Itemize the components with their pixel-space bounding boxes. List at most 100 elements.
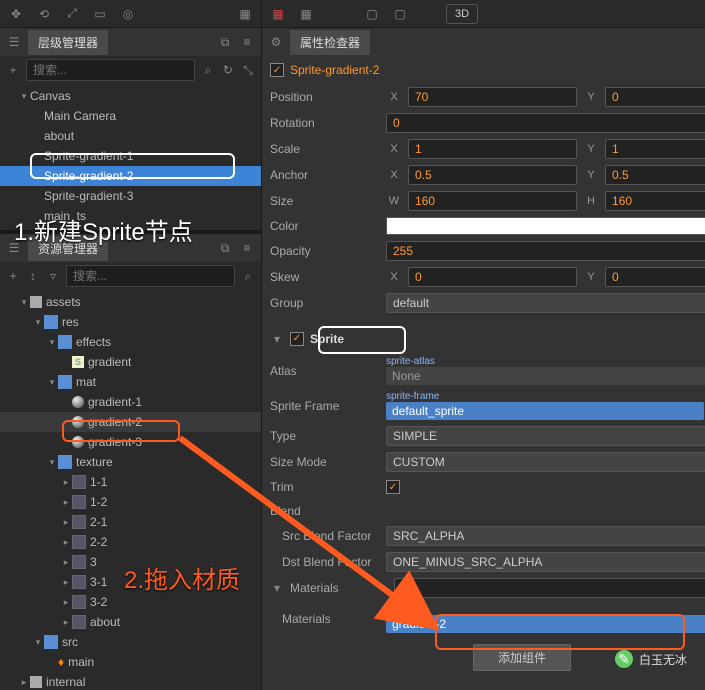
prop-label: Scale <box>270 142 380 156</box>
assets-tree: ▾assets▾res▾effectsSgradient▾matgradient… <box>0 290 261 690</box>
assets-search-input[interactable] <box>66 265 235 287</box>
skew-y-input[interactable] <box>605 267 705 287</box>
size-h-input[interactable] <box>605 191 705 211</box>
dst-blend-dropdown[interactable]: ONE_MINUS_SRC_ALPHA▼ <box>386 552 705 572</box>
assets-title: 资源管理器 <box>28 236 108 261</box>
node-name[interactable]: Sprite-gradient-2 <box>290 63 379 77</box>
position-y-input[interactable] <box>605 87 705 107</box>
asset-node[interactable]: ♦main <box>0 652 261 672</box>
asset-node[interactable]: ▸about <box>0 612 261 632</box>
group-dropdown[interactable]: default▼ <box>386 293 705 313</box>
add-node-button[interactable]: + <box>6 63 20 77</box>
scale-tool-icon[interactable]: ⤢ <box>62 4 82 24</box>
scale-y-input[interactable] <box>605 139 705 159</box>
component-name: Sprite <box>310 332 344 346</box>
search-icon[interactable]: ⌕ <box>241 269 255 284</box>
anchor-x-input[interactable] <box>408 165 577 185</box>
menu-icon[interactable]: ≡ <box>239 35 255 49</box>
asset-node[interactable]: ▸1-2 <box>0 492 261 512</box>
prop-label: Type <box>270 429 380 443</box>
asset-node[interactable]: ▾assets <box>0 292 261 312</box>
rotate-tool-icon[interactable]: ⟲ <box>34 4 54 24</box>
asset-node[interactable]: ▸3 <box>0 552 261 572</box>
hierarchy-node[interactable]: Sprite-gradient-3 <box>0 186 261 206</box>
rotation-input[interactable] <box>386 113 705 133</box>
sprite-component-header[interactable]: ▾ Sprite 🕮 ⚙ <box>262 324 705 353</box>
toolbar-icon[interactable]: ▦ <box>268 4 288 24</box>
hierarchy-node[interactable]: Main Camera <box>0 106 261 126</box>
trim-checkbox[interactable] <box>386 480 400 494</box>
hierarchy-node[interactable]: Sprite-gradient-1 <box>0 146 261 166</box>
popout-icon[interactable]: ⧉ <box>217 241 233 256</box>
wechat-icon: ✎ <box>615 650 633 668</box>
prop-label: Blend <box>270 504 380 518</box>
hierarchy-search-input[interactable] <box>26 59 195 81</box>
prop-label: Materials <box>290 581 388 595</box>
hierarchy-title: 层级管理器 <box>28 30 108 55</box>
rect-tool-icon[interactable]: ▭ <box>90 4 110 24</box>
hierarchy-node[interactable]: about <box>0 126 261 146</box>
prop-label: Group <box>270 296 380 310</box>
asset-node[interactable]: ▸internal <box>0 672 261 690</box>
asset-node[interactable]: ▸2-2 <box>0 532 261 552</box>
search-icon[interactable]: ⌕ <box>201 63 215 78</box>
color-swatch[interactable] <box>386 217 705 235</box>
x-label: X <box>386 91 402 103</box>
prop-label: Position <box>270 90 380 104</box>
view-3d-button[interactable]: 3D <box>446 4 478 24</box>
asset-node[interactable]: ▸3-1 <box>0 572 261 592</box>
misc-icon[interactable]: ▦ <box>235 4 255 24</box>
filter-icon[interactable]: ▿ <box>46 269 60 283</box>
sprite-enabled-checkbox[interactable] <box>290 332 304 346</box>
add-component-button[interactable]: 添加组件 <box>473 644 571 671</box>
asset-node[interactable]: gradient-2 <box>0 412 261 432</box>
menu-icon[interactable]: ≡ <box>239 241 255 255</box>
scale-x-input[interactable] <box>408 139 577 159</box>
anchor-y-input[interactable] <box>605 165 705 185</box>
asset-node[interactable]: Sgradient <box>0 352 261 372</box>
position-x-input[interactable] <box>408 87 577 107</box>
prop-label: Color <box>270 219 380 233</box>
sprite-frame-field[interactable]: default_sprite <box>386 402 704 420</box>
anchor-tool-icon[interactable]: ◎ <box>118 4 138 24</box>
asset-node[interactable]: ▾src <box>0 632 261 652</box>
popout-icon[interactable]: ⧉ <box>217 35 233 50</box>
asset-node[interactable]: ▸3-2 <box>0 592 261 612</box>
toolbar-icon[interactable]: ▦ <box>296 4 316 24</box>
node-enabled-checkbox[interactable] <box>270 63 284 77</box>
size-w-input[interactable] <box>408 191 577 211</box>
type-dropdown[interactable]: SIMPLE▼ <box>386 426 705 446</box>
asset-node[interactable]: ▾effects <box>0 332 261 352</box>
sort-icon[interactable]: ↕ <box>26 269 40 283</box>
hierarchy-node[interactable]: Sprite-gradient-2 <box>0 166 261 186</box>
src-blend-dropdown[interactable]: SRC_ALPHA▼ <box>386 526 705 546</box>
material-slot-field[interactable]: gradient-2 <box>386 615 705 633</box>
materials-count-input[interactable] <box>394 578 705 598</box>
move-tool-icon[interactable]: ✥ <box>6 4 26 24</box>
opacity-input[interactable] <box>386 241 705 261</box>
collapse-icon[interactable]: ⤡ <box>241 63 255 78</box>
chevron-down-icon: ▾ <box>270 332 284 346</box>
prop-label: Rotation <box>270 116 380 130</box>
chevron-down-icon[interactable]: ▾ <box>270 581 284 595</box>
asset-node[interactable]: ▸2-1 <box>0 512 261 532</box>
align-icon[interactable]: ▢ <box>390 4 410 24</box>
asset-node[interactable]: gradient-1 <box>0 392 261 412</box>
asset-node[interactable]: ▾res <box>0 312 261 332</box>
hierarchy-header: ☰ 层级管理器 ⧉ ≡ <box>0 28 261 56</box>
prop-label: Opacity <box>270 244 380 258</box>
align-icon[interactable]: ▢ <box>362 4 382 24</box>
hierarchy-node[interactable]: ▾Canvas <box>0 86 261 106</box>
inspector-header: ⚙ 属性检查器 ⧉ ≡ <box>262 28 705 56</box>
asset-node[interactable]: gradient-3 <box>0 432 261 452</box>
atlas-field[interactable]: None <box>386 367 705 385</box>
sizemode-dropdown[interactable]: CUSTOM▼ <box>386 452 705 472</box>
asset-node[interactable]: ▸1-1 <box>0 472 261 492</box>
asset-node[interactable]: ▾texture <box>0 452 261 472</box>
y-label: Y <box>583 91 599 103</box>
asset-node[interactable]: ▾mat <box>0 372 261 392</box>
hierarchy-node[interactable]: main_ts <box>0 206 261 226</box>
add-asset-button[interactable]: + <box>6 269 20 283</box>
skew-x-input[interactable] <box>408 267 577 287</box>
refresh-icon[interactable]: ↻ <box>221 63 235 77</box>
